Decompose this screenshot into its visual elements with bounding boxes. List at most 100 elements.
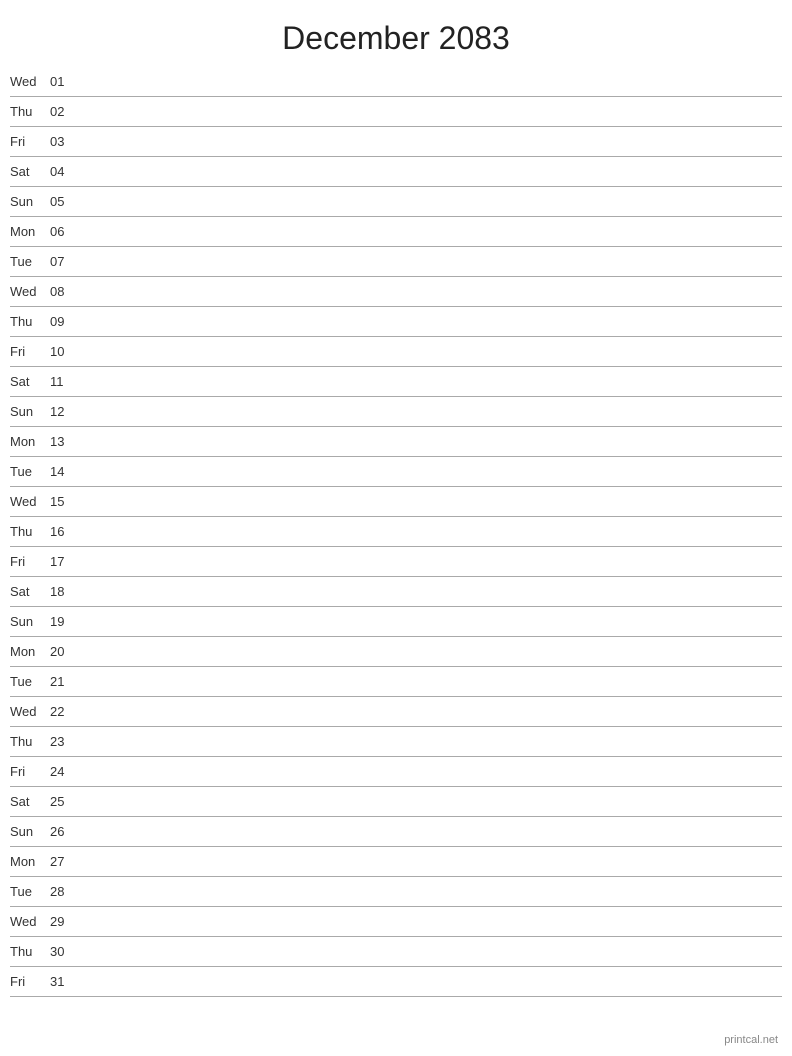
day-name: Wed [10, 494, 50, 509]
day-number: 03 [50, 134, 82, 149]
day-name: Wed [10, 74, 50, 89]
calendar-row: Sat11 [10, 367, 782, 397]
day-number: 12 [50, 404, 82, 419]
day-number: 16 [50, 524, 82, 539]
day-line [82, 81, 782, 82]
calendar-row: Sun19 [10, 607, 782, 637]
calendar-row: Sun12 [10, 397, 782, 427]
day-name: Tue [10, 464, 50, 479]
day-number: 14 [50, 464, 82, 479]
day-line [82, 711, 782, 712]
day-number: 21 [50, 674, 82, 689]
day-line [82, 171, 782, 172]
calendar-row: Fri03 [10, 127, 782, 157]
day-line [82, 231, 782, 232]
day-number: 08 [50, 284, 82, 299]
calendar-row: Wed15 [10, 487, 782, 517]
day-number: 07 [50, 254, 82, 269]
day-number: 02 [50, 104, 82, 119]
day-number: 22 [50, 704, 82, 719]
calendar-row: Thu09 [10, 307, 782, 337]
day-line [82, 831, 782, 832]
day-number: 13 [50, 434, 82, 449]
day-number: 05 [50, 194, 82, 209]
calendar-row: Fri10 [10, 337, 782, 367]
calendar-row: Wed22 [10, 697, 782, 727]
day-line [82, 891, 782, 892]
calendar-row: Fri24 [10, 757, 782, 787]
day-name: Thu [10, 314, 50, 329]
day-line [82, 201, 782, 202]
day-line [82, 801, 782, 802]
calendar-row: Tue07 [10, 247, 782, 277]
day-line [82, 621, 782, 622]
day-name: Sun [10, 614, 50, 629]
calendar-row: Wed01 [10, 67, 782, 97]
day-number: 23 [50, 734, 82, 749]
day-number: 09 [50, 314, 82, 329]
calendar-row: Mon27 [10, 847, 782, 877]
day-number: 17 [50, 554, 82, 569]
day-number: 26 [50, 824, 82, 839]
calendar-row: Thu23 [10, 727, 782, 757]
day-name: Wed [10, 284, 50, 299]
calendar-row: Fri31 [10, 967, 782, 997]
day-name: Sun [10, 824, 50, 839]
calendar-container: Wed01Thu02Fri03Sat04Sun05Mon06Tue07Wed08… [0, 67, 792, 997]
day-line [82, 861, 782, 862]
day-number: 06 [50, 224, 82, 239]
day-number: 18 [50, 584, 82, 599]
day-number: 28 [50, 884, 82, 899]
day-line [82, 261, 782, 262]
day-number: 15 [50, 494, 82, 509]
day-line [82, 951, 782, 952]
page-title: December 2083 [0, 0, 792, 67]
day-name: Mon [10, 434, 50, 449]
calendar-row: Sun05 [10, 187, 782, 217]
calendar-row: Wed08 [10, 277, 782, 307]
day-name: Mon [10, 854, 50, 869]
day-number: 20 [50, 644, 82, 659]
day-line [82, 471, 782, 472]
day-name: Sat [10, 584, 50, 599]
day-line [82, 591, 782, 592]
day-name: Sun [10, 404, 50, 419]
day-name: Sat [10, 164, 50, 179]
day-name: Fri [10, 974, 50, 989]
day-name: Tue [10, 884, 50, 899]
day-name: Thu [10, 734, 50, 749]
day-name: Wed [10, 914, 50, 929]
calendar-row: Tue21 [10, 667, 782, 697]
day-name: Tue [10, 674, 50, 689]
day-name: Fri [10, 764, 50, 779]
day-line [82, 441, 782, 442]
day-name: Thu [10, 944, 50, 959]
day-name: Fri [10, 134, 50, 149]
day-line [82, 771, 782, 772]
day-line [82, 321, 782, 322]
day-line [82, 561, 782, 562]
calendar-row: Thu30 [10, 937, 782, 967]
day-line [82, 741, 782, 742]
day-number: 04 [50, 164, 82, 179]
calendar-row: Sat18 [10, 577, 782, 607]
day-number: 31 [50, 974, 82, 989]
day-number: 29 [50, 914, 82, 929]
calendar-row: Mon20 [10, 637, 782, 667]
day-number: 19 [50, 614, 82, 629]
day-number: 10 [50, 344, 82, 359]
day-line [82, 291, 782, 292]
day-number: 01 [50, 74, 82, 89]
day-line [82, 351, 782, 352]
day-name: Tue [10, 254, 50, 269]
day-name: Sat [10, 374, 50, 389]
calendar-row: Mon06 [10, 217, 782, 247]
footer-text: printcal.net [724, 1034, 778, 1046]
day-name: Mon [10, 644, 50, 659]
calendar-row: Thu16 [10, 517, 782, 547]
day-number: 27 [50, 854, 82, 869]
calendar-row: Mon13 [10, 427, 782, 457]
calendar-row: Sat25 [10, 787, 782, 817]
day-number: 11 [50, 374, 82, 389]
day-line [82, 501, 782, 502]
